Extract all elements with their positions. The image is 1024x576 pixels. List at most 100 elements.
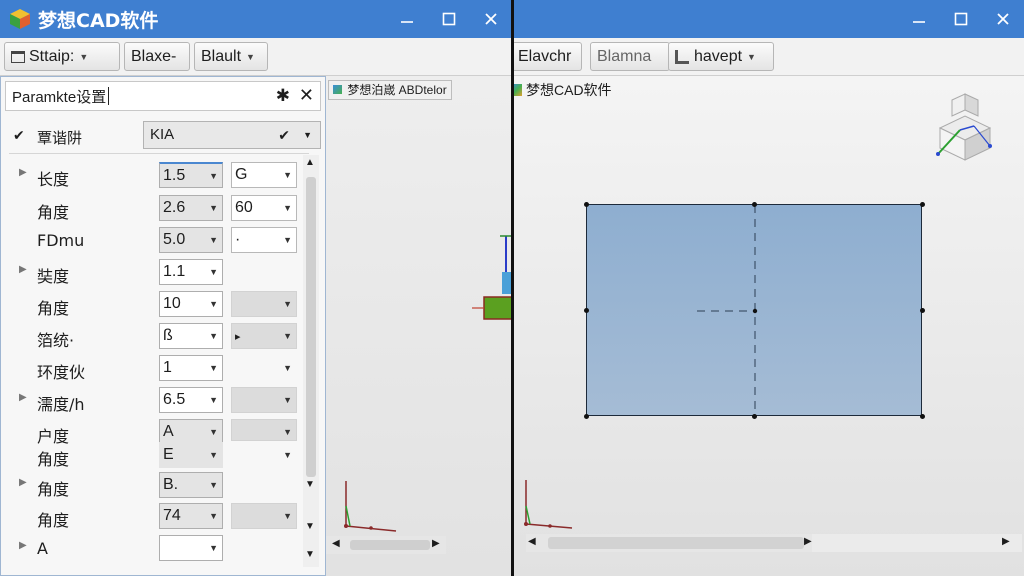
minimize-button[interactable] xyxy=(386,0,428,38)
window-icon xyxy=(11,50,25,63)
scroll-thumb[interactable] xyxy=(548,537,804,549)
toolbar-button-blault[interactable]: Blault ▼ xyxy=(194,42,268,71)
scroll-right-icon[interactable]: ▶ xyxy=(432,538,440,549)
minimize-button[interactable] xyxy=(898,0,940,38)
param-value-select[interactable]: 5.0 ▼ xyxy=(159,227,223,253)
horizontal-scrollbar[interactable]: ◀ ▶ xyxy=(526,534,816,552)
chevron-down-icon: ▼ xyxy=(283,299,292,309)
param-value2-select[interactable]: ▼ xyxy=(231,355,297,381)
param-value2-select[interactable]: ▸ ▼ xyxy=(231,323,297,349)
chevron-down-icon: ▼ xyxy=(209,511,218,521)
param-value-select[interactable]: 6.5 ▼ xyxy=(159,387,223,413)
param-value: 1 xyxy=(163,359,172,376)
param-value2-select[interactable]: G ▼ xyxy=(231,162,297,188)
toolbar-button-setup[interactable]: Sttaip: ▼ xyxy=(4,42,120,71)
scroll-thumb[interactable] xyxy=(306,177,316,477)
corner-handle[interactable] xyxy=(920,414,925,419)
scroll-down-icon[interactable]: ▼ xyxy=(305,521,315,532)
close-button[interactable] xyxy=(982,0,1024,38)
maximize-button[interactable] xyxy=(940,0,982,38)
param-value2: 60 xyxy=(235,199,253,216)
param-value: B. xyxy=(163,476,179,493)
maximize-button[interactable] xyxy=(428,0,470,38)
corner-handle[interactable] xyxy=(584,202,589,207)
param-value-select[interactable]: E ▼ xyxy=(159,442,223,468)
sketch-rectangle[interactable] xyxy=(586,204,922,417)
param-value-select[interactable]: 2.6 ▼ xyxy=(159,195,223,221)
chair-icon xyxy=(675,49,689,64)
param-row: 角度 E ▼ ▼ xyxy=(9,441,299,471)
toolbar-button-havept[interactable]: havept ▼ xyxy=(668,42,774,71)
expand-arrow-icon[interactable]: ▶ xyxy=(19,392,27,403)
horizontal-scrollbar-track[interactable]: ▶ xyxy=(812,534,1022,552)
toolbar-button-blaxe[interactable]: Blaxe- xyxy=(124,42,190,71)
axis-triad-icon xyxy=(524,480,573,529)
param-label: A xyxy=(37,539,48,558)
chevron-down-icon: ▼ xyxy=(209,267,218,277)
param-value2-select[interactable]: 60 ▼ xyxy=(231,195,297,221)
midpoint-handle[interactable] xyxy=(920,308,925,313)
checkmark-icon[interactable]: ✔ xyxy=(13,127,25,144)
param-value-select[interactable]: B. ▼ xyxy=(159,472,223,498)
expand-arrow-icon[interactable]: ▶ xyxy=(19,264,27,275)
scroll-left-icon[interactable]: ◀ xyxy=(332,538,340,549)
toolbar-button-elavchr[interactable]: Elavchr xyxy=(512,42,582,71)
panel-scrollbar[interactable]: ▲ ▼ ▼ ▼ xyxy=(303,155,319,567)
param-value-select[interactable]: 74 ▼ xyxy=(159,503,223,529)
toolbar-button-blamna[interactable]: Blamna xyxy=(590,42,670,71)
corner-handle[interactable] xyxy=(920,202,925,207)
expand-arrow-icon[interactable]: ▶ xyxy=(19,540,27,551)
chevron-down-icon: ▼ xyxy=(283,170,292,180)
right-window: Elavchr Blamna havept ▼ 梦想CAD软件 ◀ ▶ ▶ xyxy=(512,0,1024,576)
param-value2-select[interactable]: ▼ xyxy=(231,387,297,413)
expand-arrow-icon[interactable]: ▶ xyxy=(19,477,27,488)
scroll-down-icon[interactable]: ▼ xyxy=(305,549,315,560)
param-value-select[interactable]: 1.1 ▼ xyxy=(159,259,223,285)
param-value2-select[interactable]: ▼ xyxy=(231,419,297,441)
midpoint-handle[interactable] xyxy=(584,308,589,313)
pin-icon[interactable]: ✱ xyxy=(276,86,290,106)
param-value-select[interactable]: 10 ▼ xyxy=(159,291,223,317)
param-row: 角度 74 ▼ ▼ xyxy=(9,502,299,532)
expand-arrow-icon[interactable]: ▶ xyxy=(19,167,27,178)
param-value-select[interactable]: 1 ▼ xyxy=(159,355,223,381)
top-row-select[interactable]: KIA ✔ ▼ xyxy=(143,121,321,149)
left-viewport[interactable]: 梦想泊嵅 ABDtelor ◀ ▶ xyxy=(326,76,512,576)
param-value-select[interactable]: ▼ xyxy=(159,535,223,561)
panel-top-row: ✔ 覃谐阱 KIA ✔ ▼ xyxy=(9,121,321,153)
param-value: E xyxy=(163,446,174,463)
scroll-right-icon[interactable]: ▶ xyxy=(1002,536,1010,547)
param-value2-select[interactable]: ▼ xyxy=(231,442,297,468)
param-value-select[interactable]: 1.5 ▼ xyxy=(159,162,223,188)
midpoint-handle[interactable] xyxy=(752,414,757,419)
drawing-viewport[interactable]: 梦想CAD软件 ◀ ▶ ▶ xyxy=(512,76,1024,576)
close-button[interactable] xyxy=(470,0,512,38)
param-value-select[interactable]: ß ▼ xyxy=(159,323,223,349)
panel-title: Paramkte设置 xyxy=(12,88,107,106)
divider xyxy=(9,153,309,154)
scroll-thumb[interactable] xyxy=(350,540,430,550)
view-cube-icon[interactable] xyxy=(920,86,1010,176)
toolbar: Sttaip: ▼ Blaxe- Blault ▼ xyxy=(0,38,512,76)
panel-close-icon[interactable]: ✕ xyxy=(299,85,314,106)
scroll-left-icon[interactable]: ◀ xyxy=(528,536,536,547)
param-value: 2.6 xyxy=(163,199,186,216)
toolbar-button-label: Elavchr xyxy=(518,47,572,65)
param-row: FDmu 5.0 ▼ · ▼ xyxy=(9,226,299,256)
scroll-right-icon[interactable]: ▶ xyxy=(804,536,812,547)
corner-handle[interactable] xyxy=(584,414,589,419)
midpoint-handle[interactable] xyxy=(752,202,757,207)
horizontal-scrollbar[interactable]: ◀ ▶ xyxy=(326,536,446,554)
left-window: 梦想CAD软件 Sttaip: ▼ Blaxe- Blault ▼ Paramk… xyxy=(0,0,512,576)
param-label: FDmu xyxy=(37,231,85,250)
param-row: ▶ A ▼ xyxy=(9,534,299,564)
scroll-up-icon[interactable]: ▲ xyxy=(305,157,315,168)
chevron-down-icon: ▼ xyxy=(246,51,255,62)
title-bar xyxy=(512,0,1024,38)
param-label: 奘度 xyxy=(37,267,70,286)
param-value2-select[interactable]: · ▼ xyxy=(231,227,297,253)
param-value2-select[interactable]: ▼ xyxy=(231,503,297,529)
param-value2-select[interactable]: ▼ xyxy=(231,291,297,317)
scroll-down-icon[interactable]: ▼ xyxy=(305,479,315,490)
chevron-down-icon: ▼ xyxy=(209,450,218,460)
